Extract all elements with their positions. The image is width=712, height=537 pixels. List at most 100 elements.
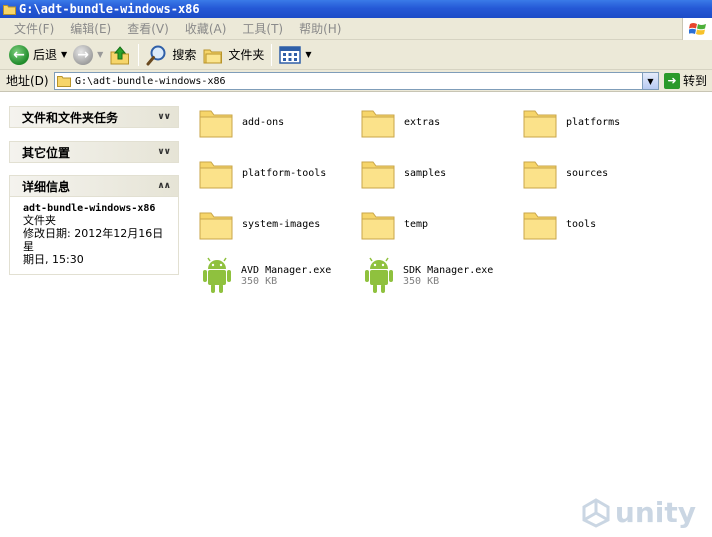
menu-favorites[interactable]: 收藏(A) [177,20,235,37]
windows-logo-icon [682,18,712,40]
address-value: G:\adt-bundle-windows-x86 [75,75,226,87]
file-tasks-header[interactable]: 文件和文件夹任务 ∨∨ [9,106,179,128]
file-tasks-title: 文件和文件夹任务 [22,110,119,125]
folder-item[interactable]: tools [522,207,596,241]
folders-icon [203,49,223,63]
search-label: 搜索 [172,48,197,62]
details-modified: 修改日期: 2012年12月16日星 [23,227,164,253]
details-header[interactable]: 详细信息 ∧∧ [9,175,179,197]
folder-icon [361,212,395,240]
menu-edit[interactable]: 编辑(E) [62,20,119,37]
android-icon [365,257,393,293]
menu-tools[interactable]: 工具(T) [234,20,291,37]
details-body: adt-bundle-windows-x86 文件夹 修改日期: 2012年12… [9,197,179,275]
exe-name: SDK Manager.exe [403,265,494,276]
folder-name: platforms [566,116,621,128]
expand-chevron-icon[interactable]: ∨∨ [157,147,171,157]
folder-icon [57,76,71,87]
file-tasks-panel: 文件和文件夹任务 ∨∨ [9,106,179,128]
views-dropdown-icon[interactable]: ▼ [305,50,311,59]
back-arrow-icon: ← [9,44,29,65]
folder-icon [361,161,395,189]
menu-file[interactable]: 文件(F) [0,20,62,37]
back-label: 后退 [33,48,58,62]
toolbar-separator [271,43,273,66]
toolbar-separator [138,43,140,66]
folder-icon [199,161,233,189]
folder-icon [523,110,557,138]
go-label: 转到 [683,74,708,88]
exe-size: 350 KB [403,276,440,287]
toolbar: ← 后退 ▼ → ▼ 搜索 文件夹 ▼ [0,40,712,70]
back-dropdown-icon[interactable]: ▼ [61,50,67,59]
address-bar: 地址(D) G:\adt-bundle-windows-x86 ▼ ➜ 转到 [0,70,712,92]
folder-name: add-ons [242,116,285,128]
folder-item[interactable]: samples [360,156,446,190]
folder-name: platform-tools [242,167,327,179]
file-list: add-ons extras platforms platform-tools … [188,93,712,537]
go-arrow-icon: ➜ [664,72,680,89]
unity-watermark: unity [581,496,696,529]
folder-item[interactable]: system-images [198,207,320,241]
address-dropdown-icon[interactable]: ▼ [642,73,658,89]
exe-info: SDK Manager.exe 350 KB [403,265,493,287]
folders-label: 文件夹 [228,48,265,62]
go-button[interactable]: ➜ 转到 [664,72,707,89]
exe-item[interactable]: SDK Manager.exe 350 KB [362,256,493,296]
folders-button[interactable]: 文件夹 [199,42,267,68]
folder-item[interactable]: platform-tools [198,156,326,190]
search-icon [146,45,166,65]
details-type: 文件夹 [23,214,56,227]
address-label: 地址(D) [6,74,49,88]
forward-dropdown-icon[interactable]: ▼ [97,50,103,59]
folder-name: samples [404,167,447,179]
details-panel: 详细信息 ∧∧ adt-bundle-windows-x86 文件夹 修改日期:… [9,175,179,275]
folder-icon [523,212,557,240]
folder-icon [199,110,233,138]
android-icon [203,257,231,293]
exe-info: AVD Manager.exe 350 KB [241,265,331,287]
menu-view[interactable]: 查看(V) [119,20,177,37]
folder-name: sources [566,167,609,179]
other-places-panel: 其它位置 ∨∨ [9,141,179,163]
search-button[interactable]: 搜索 [143,42,199,68]
folder-item[interactable]: add-ons [198,105,284,139]
address-input[interactable]: G:\adt-bundle-windows-x86 ▼ [54,72,659,90]
exe-item[interactable]: AVD Manager.exe 350 KB [200,256,331,296]
back-button[interactable]: ← 后退 ▼ [6,42,70,68]
other-places-title: 其它位置 [22,145,71,160]
folder-name: temp [404,218,429,230]
views-button[interactable]: ▼ [276,42,314,68]
window-title: G:\adt-bundle-windows-x86 [19,2,200,16]
folder-name: tools [566,218,597,230]
title-bar[interactable]: G:\adt-bundle-windows-x86 [0,0,712,18]
up-button[interactable] [106,42,134,68]
expand-chevron-icon[interactable]: ∨∨ [157,112,171,122]
forward-button[interactable]: → ▼ [70,42,106,68]
folder-name: system-images [242,218,321,230]
collapse-chevron-icon[interactable]: ∧∧ [157,181,171,191]
exe-size: 350 KB [241,276,278,287]
details-title: 详细信息 [22,179,71,194]
unity-logo-icon [582,497,610,528]
folder-icon [199,212,233,240]
forward-arrow-icon: → [73,44,94,65]
exe-name: AVD Manager.exe [241,265,332,276]
details-name: adt-bundle-windows-x86 [23,203,156,214]
folder-up-icon [110,45,130,64]
folder-item[interactable]: platforms [522,105,620,139]
views-icon [279,45,302,64]
folder-item[interactable]: sources [522,156,608,190]
other-places-header[interactable]: 其它位置 ∨∨ [9,141,179,163]
menu-bar: 文件(F) 编辑(E) 查看(V) 收藏(A) 工具(T) 帮助(H) [0,18,712,40]
details-modified-cont: 期日, 15:30 [23,253,84,266]
folder-icon [3,4,16,15]
task-pane: 文件和文件夹任务 ∨∨ 其它位置 ∨∨ 详细信息 ∧∧ adt-bundle-w… [0,93,188,537]
folder-icon [361,110,395,138]
folder-name: extras [404,116,441,128]
folder-item[interactable]: temp [360,207,428,241]
folder-item[interactable]: extras [360,105,440,139]
menu-help[interactable]: 帮助(H) [291,20,349,37]
watermark-text: unity [614,496,696,529]
folder-icon [523,161,557,189]
